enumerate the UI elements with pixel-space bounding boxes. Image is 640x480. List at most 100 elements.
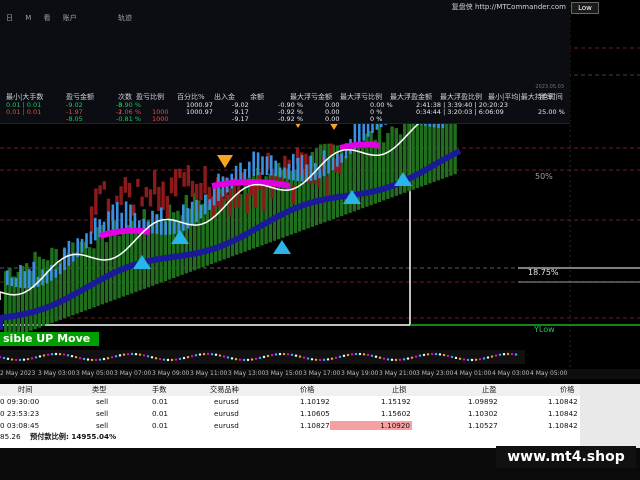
indicator-dot <box>366 353 370 357</box>
histogram-bar <box>419 118 424 187</box>
indicator-dot <box>338 355 342 359</box>
panel-cell-lot: 0.01 | 0.01 <box>6 108 42 116</box>
indicator-dot <box>138 353 142 356</box>
bear-bar <box>199 182 203 201</box>
indicator-dot <box>410 356 414 359</box>
price-candle <box>94 217 97 241</box>
histogram-bar <box>109 233 113 302</box>
table-header-cell: 价格 <box>560 385 575 394</box>
indicator-dot <box>390 358 394 362</box>
indicator-dot <box>418 354 422 357</box>
table-header-cell: 价格 <box>300 385 315 394</box>
table-cell-symbol: eurusd <box>214 397 239 406</box>
low-button[interactable]: Low <box>571 2 599 14</box>
indicator-dot <box>134 352 138 356</box>
indicator-dot <box>282 352 286 356</box>
price-candle <box>283 167 286 179</box>
bear-bar <box>123 176 127 193</box>
indicator-dot <box>202 352 206 356</box>
indicator-dot <box>174 358 178 361</box>
indicator-dot <box>34 356 38 359</box>
indicator-dot <box>286 353 290 356</box>
table-cell-tp: 1.10302 <box>468 409 498 418</box>
indicator-dot <box>302 356 306 359</box>
tab-trajectory[interactable]: 轨迹 <box>118 13 132 23</box>
indicator-dot <box>22 358 26 361</box>
price-candle <box>243 168 247 180</box>
indicator-dot <box>446 354 450 358</box>
indicator-dot <box>402 358 406 361</box>
indicator-dot <box>350 353 354 356</box>
time-tick-label: 3 May 05:00 <box>76 370 114 377</box>
time-tick-label: 3 May 13:00 <box>228 370 266 377</box>
indicator-dot <box>110 356 114 359</box>
indicator-dot <box>238 358 242 361</box>
indicator-dot <box>78 356 82 360</box>
indicator-dot <box>454 356 458 360</box>
indicator-dot <box>386 358 390 361</box>
histogram-bar <box>37 256 41 328</box>
time-tick-label: 3 May 07:00 <box>114 370 152 377</box>
panel-header-6: 余额 <box>250 93 264 101</box>
panel-cell-maxprofit: 0.00 <box>325 115 340 123</box>
tab-day[interactable]: 日 <box>6 14 13 22</box>
indicator-dot <box>50 353 54 356</box>
indicator-dot <box>38 355 42 358</box>
indicator-dot <box>398 358 402 362</box>
table-cell-type: sell <box>96 421 109 430</box>
indicator-dot <box>262 355 266 359</box>
bear-bar <box>153 169 157 195</box>
indicator-dot <box>314 358 318 361</box>
indicator-dot <box>422 353 426 357</box>
magenta-band <box>339 141 381 151</box>
indicator-dot <box>394 358 398 362</box>
bear-bar <box>165 196 169 219</box>
bear-bar <box>148 189 153 207</box>
indicator-dot <box>362 353 366 356</box>
panel-tabs: 日 M 看 账户 <box>6 13 87 23</box>
indicator-dot <box>234 357 238 361</box>
indicator-dot <box>226 356 230 359</box>
tab-month[interactable]: M <box>25 14 31 22</box>
bear-bar <box>98 185 102 195</box>
bear-bar <box>127 182 132 198</box>
indicator-dot <box>278 352 282 356</box>
price-candle <box>296 158 299 182</box>
price-candle <box>327 158 330 174</box>
brand-link[interactable]: 复盘侠 http://MTCommander.com <box>452 2 566 12</box>
table-row[interactable]: 0 03:08:45 sell 0.01 eurusd 1.10827 1.10920 1.… <box>0 420 580 432</box>
indicator-dot <box>150 356 154 359</box>
bear-bar <box>253 182 258 208</box>
tab-account[interactable]: 账户 <box>63 14 77 22</box>
price-candle <box>151 210 154 234</box>
time-tick-label: 4 May 01:00 <box>454 370 492 377</box>
indicator-dot <box>254 357 258 361</box>
table-row[interactable]: 0 23:53:23 sell 0.01 eurusd 1.10605 1.15602 1.… <box>0 408 580 420</box>
indicator-dot <box>90 358 94 362</box>
price-candle <box>292 153 295 181</box>
indicator-dot <box>470 358 474 362</box>
bear-bar <box>119 186 123 206</box>
up-move-label: sible UP Move <box>0 332 99 346</box>
price-candle <box>19 264 22 288</box>
price-candle <box>261 156 264 175</box>
indicator-dot <box>290 353 294 357</box>
table-cell-tp: 1.09892 <box>468 397 498 406</box>
panel-cell-time: 0:34:44 | 3:20:03 | 6:06:09 <box>416 108 504 116</box>
price-candle <box>111 204 115 231</box>
indicator-dot <box>378 356 382 359</box>
time-tick-label: 3 May 17:00 <box>303 370 341 377</box>
tab-view[interactable]: 看 <box>44 14 51 22</box>
margin-ratio-label: 预付款比例: 14955.04% <box>30 432 117 441</box>
time-tick-label: 4 May 03:00 <box>492 370 530 377</box>
indicator-dot <box>166 358 170 362</box>
price-candle <box>116 202 119 230</box>
bear-bar <box>182 172 186 187</box>
price-candle <box>182 204 185 231</box>
histogram-bar <box>184 194 188 274</box>
histogram-bar <box>83 241 88 311</box>
indicator-dot <box>130 352 134 356</box>
price-candle <box>85 233 88 249</box>
price-candle <box>133 212 137 230</box>
table-row[interactable]: 0 09:30:00 sell 0.01 eurusd 1.10192 1.15192 1.… <box>0 396 580 408</box>
